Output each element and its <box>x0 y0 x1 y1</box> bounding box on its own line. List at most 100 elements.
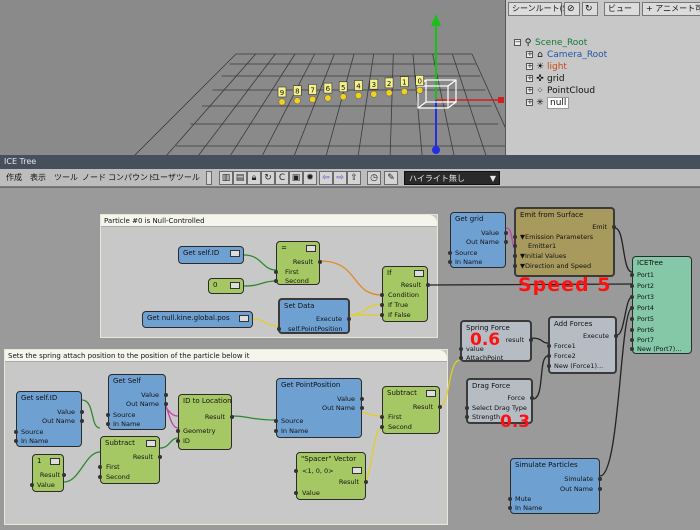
input-port-icon[interactable] <box>380 293 384 297</box>
output-port-icon[interactable] <box>530 396 534 400</box>
input-port-icon[interactable] <box>14 430 18 434</box>
tree-item-scene-root[interactable]: − ⚲ Scene_Root <box>514 37 587 49</box>
get-self-node[interactable]: Get Self Value Out Name Source In Name <box>106 374 168 430</box>
tree-item-camera-root[interactable]: + ⌂ Camera_Root <box>526 49 607 61</box>
expand-icon[interactable]: + <box>526 75 533 82</box>
input-port-icon[interactable] <box>630 338 634 342</box>
output-port-icon[interactable] <box>347 317 351 321</box>
up-arrow-icon[interactable]: ⇧ <box>347 171 361 185</box>
input-port-icon[interactable] <box>630 273 634 277</box>
input-port-icon[interactable] <box>630 328 634 332</box>
forward-arrow-icon[interactable]: ⇨ <box>333 171 347 185</box>
output-port-icon[interactable] <box>158 455 162 459</box>
port-label[interactable]: Port2 <box>637 282 654 290</box>
input-port-icon[interactable] <box>508 506 512 510</box>
input-port-icon[interactable] <box>513 235 517 239</box>
expand-icon[interactable]: + <box>526 99 533 106</box>
input-port-icon[interactable] <box>508 497 512 501</box>
param-group-emission[interactable]: ▼Emission Parameters <box>520 233 593 241</box>
port-label[interactable]: Port3 <box>637 293 654 301</box>
input-port-icon[interactable] <box>630 347 634 351</box>
input-port-icon[interactable] <box>274 279 278 283</box>
subtract-node-right[interactable]: Subtract Result First Second <box>380 386 442 434</box>
input-port-icon[interactable] <box>465 406 469 410</box>
output-port-icon[interactable] <box>598 487 602 491</box>
output-port-icon[interactable] <box>164 393 168 397</box>
output-port-icon[interactable] <box>80 410 84 414</box>
collapse-icon[interactable]: − <box>514 39 521 46</box>
equals-node[interactable]: = Result First Second <box>274 241 322 285</box>
if-node[interactable]: If Result Condition If True If False <box>380 266 430 322</box>
menu-view[interactable]: 表示 <box>30 171 46 185</box>
subtract-node-left[interactable]: Subtract Result First Second <box>98 436 162 484</box>
node-collapse-icon[interactable] <box>352 467 362 474</box>
output-port-icon[interactable] <box>614 334 618 338</box>
node-collapse-icon[interactable] <box>426 390 436 397</box>
param-group-direction[interactable]: ▼Direction and Speed <box>520 262 591 270</box>
port-label[interactable]: Port7 <box>637 336 654 344</box>
input-port-icon[interactable] <box>630 317 634 321</box>
input-port-icon[interactable] <box>513 244 517 248</box>
input-port-icon[interactable] <box>30 483 34 487</box>
port-label[interactable]: New (Port7)... <box>637 345 682 353</box>
id-to-location-node[interactable]: ID to Location Result Geometry ID <box>176 394 234 450</box>
output-port-icon[interactable] <box>612 225 616 229</box>
input-port-icon[interactable] <box>98 475 102 479</box>
output-port-icon[interactable] <box>318 260 322 264</box>
animatable-params-button[interactable]: + アニメート可能なパラ <box>642 2 700 16</box>
node-collapse-icon[interactable] <box>239 315 249 322</box>
input-port-icon[interactable] <box>547 364 551 368</box>
node-collapse-icon[interactable] <box>230 250 240 257</box>
highlight-dropdown[interactable]: ハイライト無し ▼ <box>404 171 500 185</box>
port-label[interactable]: Port4 <box>637 304 654 312</box>
node-collapse-icon[interactable] <box>306 245 316 252</box>
param-group-initial[interactable]: ▼Initial Values <box>520 252 566 260</box>
clear-icon[interactable]: C <box>275 171 289 185</box>
input-port-icon[interactable] <box>380 313 384 317</box>
icetree-root-node[interactable]: ICETree Port1 Port2 Port3 Port4 Port5 Po… <box>630 256 692 354</box>
input-port-icon[interactable] <box>513 264 517 268</box>
output-port-icon[interactable] <box>598 477 602 481</box>
input-port-icon[interactable] <box>459 347 463 351</box>
node-collapse-icon[interactable] <box>50 458 60 465</box>
port-label[interactable]: Port5 <box>637 315 654 323</box>
input-port-icon[interactable] <box>98 465 102 469</box>
input-port-icon[interactable] <box>274 429 278 433</box>
tree-item-null[interactable]: + ✳ null <box>526 97 570 109</box>
refresh-icon[interactable]: ↻ <box>261 171 275 185</box>
tree-item-grid[interactable]: + ✜ grid <box>526 73 565 85</box>
expand-icon[interactable]: + <box>526 63 533 70</box>
get-point-position-node[interactable]: Get PointPosition Value Out Name Source … <box>274 378 364 438</box>
zero-constant-node[interactable]: 0 <box>208 278 244 294</box>
input-port-icon[interactable] <box>106 422 110 426</box>
input-port-icon[interactable] <box>630 284 634 288</box>
frame-icon[interactable]: ▣ <box>289 171 303 185</box>
output-port-icon[interactable] <box>360 406 364 410</box>
input-port-icon[interactable] <box>380 415 384 419</box>
spacer-vector-node[interactable]: "Spacer" Vector <1, 0, 0> Result Value <box>294 452 368 500</box>
expand-icon[interactable]: + <box>526 87 533 94</box>
output-port-icon[interactable] <box>80 419 84 423</box>
node-collapse-icon[interactable] <box>146 440 156 447</box>
input-port-icon[interactable] <box>513 254 517 258</box>
set-data-node[interactable]: Set Data Execute self.PointPosition <box>277 298 351 334</box>
output-port-icon[interactable] <box>529 338 533 342</box>
get-self-id-node[interactable]: Get self.ID <box>178 246 244 264</box>
input-port-icon[interactable] <box>547 354 551 358</box>
scene-root-button[interactable]: シーンルート(S) <box>508 2 571 16</box>
node-collapse-icon[interactable] <box>230 282 240 289</box>
ice-graph-canvas[interactable]: Particle #0 is Null-Controlled Sets the … <box>0 188 700 530</box>
input-port-icon[interactable] <box>380 303 384 307</box>
explode-icon[interactable]: ✹ <box>303 171 317 185</box>
layout-icon[interactable]: ▥ <box>219 171 233 185</box>
output-port-icon[interactable] <box>164 402 168 406</box>
input-port-icon[interactable] <box>630 295 634 299</box>
highlight-toggle-icon[interactable]: ✎ <box>384 171 398 185</box>
lock-icon[interactable]: 🔒︎ <box>247 171 261 185</box>
input-port-icon[interactable] <box>448 260 452 264</box>
lock-icon[interactable]: ⊘ <box>564 2 580 16</box>
input-port-icon[interactable] <box>277 327 281 331</box>
menu-user-tools[interactable]: ユーザツール <box>152 171 200 185</box>
refresh-icon[interactable]: ↻ <box>582 2 598 16</box>
menu-node[interactable]: ノード <box>82 171 106 185</box>
